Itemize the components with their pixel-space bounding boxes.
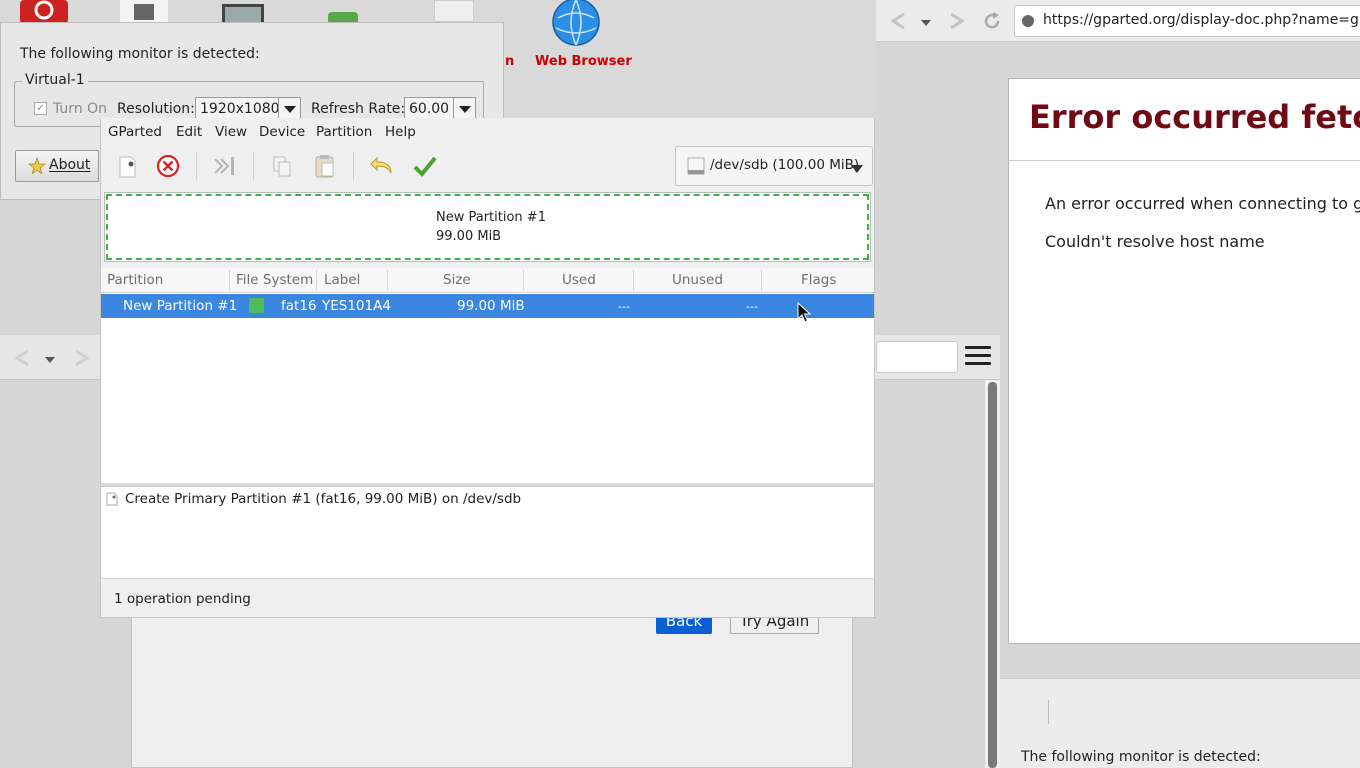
resolution-value: 1920x1080 bbox=[200, 101, 280, 117]
back-arrow-icon[interactable] bbox=[10, 347, 36, 373]
paste-icon[interactable] bbox=[310, 152, 340, 180]
menu-view[interactable]: View bbox=[215, 124, 247, 140]
toolbar-separator bbox=[196, 152, 197, 180]
column-separator bbox=[387, 270, 388, 291]
refresh-rate-label: Refresh Rate: bbox=[311, 101, 406, 117]
column-partition[interactable]: Partition bbox=[107, 272, 163, 288]
turn-on-label: Turn On bbox=[53, 101, 108, 117]
turn-on-checkbox[interactable]: ✓ bbox=[34, 102, 47, 115]
shutdown-icon[interactable] bbox=[20, 0, 68, 24]
chevron-down-icon bbox=[851, 162, 863, 177]
forward-arrow-icon[interactable] bbox=[943, 10, 969, 36]
scrollbar-thumb[interactable] bbox=[988, 382, 997, 768]
resize-move-icon[interactable] bbox=[210, 152, 240, 180]
toolbar-separator bbox=[353, 152, 354, 180]
partial-desktop-label: n bbox=[505, 54, 515, 69]
new-partition-icon bbox=[106, 492, 118, 506]
error-title: Error occurred fetchi bbox=[1029, 98, 1360, 136]
menu-help[interactable]: Help bbox=[385, 124, 416, 140]
cell-size: 99.00 MiB bbox=[457, 298, 525, 314]
site-info-icon[interactable] bbox=[1021, 14, 1035, 32]
cell-unused: --- bbox=[746, 300, 758, 313]
cell-used: --- bbox=[618, 300, 630, 313]
search-input[interactable] bbox=[876, 341, 958, 373]
cell-file-system: fat16 bbox=[281, 298, 317, 314]
history-dropdown-icon[interactable] bbox=[44, 353, 56, 368]
undo-icon[interactable] bbox=[367, 152, 397, 180]
resolution-label: Resolution: bbox=[117, 101, 195, 117]
printer-icon[interactable] bbox=[120, 0, 168, 24]
partition-map-size: 99.00 MiB bbox=[436, 229, 502, 244]
star-icon bbox=[27, 156, 47, 178]
column-file-system[interactable]: File System bbox=[236, 272, 313, 288]
table-header bbox=[101, 268, 874, 293]
monitor-detected-text: The following monitor is detected: bbox=[20, 46, 260, 62]
column-flags[interactable]: Flags bbox=[801, 272, 836, 288]
new-partition-icon[interactable] bbox=[112, 152, 142, 180]
back-arrow-icon[interactable] bbox=[886, 10, 912, 36]
status-text: 1 operation pending bbox=[114, 591, 251, 607]
column-separator bbox=[316, 270, 317, 291]
refresh-rate-value: 60.00 bbox=[409, 101, 450, 117]
menu-device[interactable]: Device bbox=[259, 124, 305, 140]
chevron-down-icon bbox=[453, 98, 475, 120]
mouse-cursor-icon bbox=[797, 301, 812, 328]
partition-map-block[interactable] bbox=[106, 194, 869, 260]
about-label[interactable]: About bbox=[49, 157, 90, 173]
globe-icon[interactable] bbox=[552, 0, 602, 48]
operation-item[interactable]: Create Primary Partition #1 (fat16, 99.0… bbox=[125, 491, 521, 507]
monitor-group-label: Virtual-1 bbox=[22, 72, 88, 88]
error-message: An error occurred when connecting to gp bbox=[1045, 194, 1360, 213]
error-page-panel bbox=[1008, 78, 1360, 644]
menu-partition[interactable]: Partition bbox=[316, 124, 372, 140]
cell-label: YES101A4 bbox=[322, 298, 391, 314]
toolbar-separator bbox=[253, 152, 254, 180]
error-divider bbox=[1009, 160, 1360, 161]
disk-icon bbox=[687, 156, 705, 180]
partition-table bbox=[101, 293, 874, 483]
divider bbox=[1048, 700, 1049, 724]
menu-edit[interactable]: Edit bbox=[176, 124, 202, 140]
url-text[interactable]: https://gparted.org/display-doc.php?name… bbox=[1043, 12, 1360, 28]
hamburger-menu-icon[interactable] bbox=[965, 346, 991, 368]
column-separator bbox=[761, 270, 762, 291]
column-used[interactable]: Used bbox=[562, 272, 596, 288]
error-detail: Couldn't resolve host name bbox=[1045, 232, 1265, 251]
cell-partition: New Partition #1 bbox=[123, 298, 238, 314]
reload-icon[interactable] bbox=[981, 10, 1003, 36]
column-unused[interactable]: Unused bbox=[672, 272, 723, 288]
chevron-down-icon bbox=[278, 98, 300, 120]
filesystem-color-swatch bbox=[249, 298, 264, 313]
column-separator bbox=[229, 270, 230, 291]
history-dropdown-icon[interactable] bbox=[920, 16, 932, 31]
column-label[interactable]: Label bbox=[324, 272, 360, 288]
device-label: /dev/sdb (100.00 MiB) bbox=[710, 157, 860, 173]
copy-icon[interactable] bbox=[267, 152, 297, 180]
monitor-detected-text-2: The following monitor is detected: bbox=[1021, 749, 1261, 765]
forward-arrow-icon[interactable] bbox=[68, 347, 94, 373]
partition-map-name: New Partition #1 bbox=[436, 210, 546, 225]
delete-partition-icon[interactable] bbox=[153, 152, 183, 180]
column-separator bbox=[523, 270, 524, 291]
column-size[interactable]: Size bbox=[443, 272, 471, 288]
web-browser-label[interactable]: Web Browser bbox=[535, 54, 632, 69]
menu-gparted[interactable]: GParted bbox=[108, 124, 162, 140]
column-separator bbox=[633, 270, 634, 291]
desktop-tile-icon bbox=[434, 0, 474, 22]
apply-check-icon[interactable] bbox=[410, 152, 440, 180]
